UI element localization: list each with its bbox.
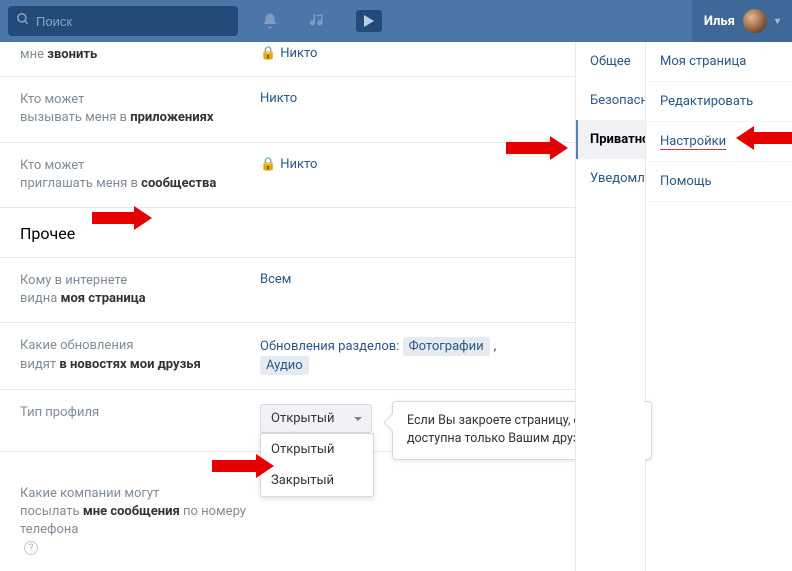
username-label: Илья — [704, 14, 735, 29]
settings-tabs: Общее Безопасность Приватность Уведомлен… — [575, 42, 645, 571]
value-link[interactable]: Никто — [260, 91, 297, 106]
section-title-text: Прочее — [20, 224, 75, 243]
updates-prefix: Обновления разделов: — [260, 339, 403, 354]
user-menu-trigger[interactable]: Илья ▾ — [692, 0, 792, 42]
annotation-arrow-1 — [92, 206, 152, 230]
music-icon[interactable] — [308, 11, 328, 31]
row-internet-visible: Кому в интернете видна моя страница Всем — [0, 258, 575, 323]
row-call-me: мне звонить 🔒 Никто — [0, 42, 575, 77]
label-bold: приложениях — [130, 110, 213, 125]
label-text: Кто может вызывать меня в — [20, 92, 130, 125]
help-icon[interactable]: ? — [24, 541, 38, 555]
label-bold: в новостях мои друзья — [59, 357, 200, 372]
search-box[interactable] — [8, 6, 238, 36]
tab-security[interactable]: Безопасность — [576, 81, 645, 120]
user-dropdown: Моя страница Редактировать Настройки Пом… — [645, 42, 792, 571]
row-profile-type: Тип профиля Открытый Открытый Закрытый Е… — [0, 390, 575, 452]
value-link[interactable]: Никто — [280, 46, 317, 61]
top-header: Илья ▾ — [0, 0, 792, 42]
dd-my-page[interactable]: Моя страница — [646, 42, 792, 82]
play-icon[interactable] — [356, 10, 382, 32]
header-icons — [260, 10, 382, 32]
bell-icon[interactable] — [260, 11, 280, 31]
profile-type-options: Открытый Закрытый — [260, 433, 374, 497]
option-open[interactable]: Открытый — [261, 434, 373, 465]
lock-icon: 🔒 — [260, 46, 276, 61]
annotation-arrow-4 — [212, 454, 274, 478]
label-bold: мне сообщения — [83, 504, 180, 519]
chip-photos[interactable]: Фотографии — [403, 337, 490, 356]
select-current-value: Открытый — [271, 411, 334, 426]
tab-privacy[interactable]: Приватность — [576, 120, 645, 159]
chevron-down-icon: ▾ — [775, 16, 780, 27]
annotation-arrow-3 — [736, 126, 792, 150]
tab-notifications[interactable]: Уведомления — [576, 159, 645, 198]
label-bold: моя страница — [61, 291, 146, 306]
section-other-title: Прочее — [0, 208, 575, 258]
label-profile-type: Тип профиля — [20, 404, 260, 433]
dd-edit[interactable]: Редактировать — [646, 82, 792, 122]
row-news-updates: Какие обновления видят в новостях мои др… — [0, 323, 575, 390]
label-text: Кто может приглашать меня в — [20, 158, 141, 191]
search-input[interactable] — [36, 14, 230, 29]
settings-panel: мне звонить 🔒 Никто Кто может вызывать ме… — [0, 42, 575, 571]
lock-icon: 🔒 — [260, 157, 276, 172]
annotation-arrow-2 — [506, 136, 568, 160]
avatar — [743, 9, 767, 33]
row-communities: Кто может приглашать меня в сообщества 🔒… — [0, 143, 575, 208]
label-bold: звонить — [47, 47, 97, 62]
value-link[interactable]: Никто — [280, 157, 317, 172]
tab-general[interactable]: Общее — [576, 42, 645, 81]
value-link[interactable]: Всем — [260, 272, 291, 287]
label-text: мне — [20, 47, 47, 62]
profile-type-select[interactable]: Открытый — [260, 404, 372, 433]
search-icon — [16, 12, 30, 30]
chip-audio[interactable]: Аудио — [260, 356, 309, 375]
main-layout: мне звонить 🔒 Никто Кто может вызывать ме… — [0, 42, 792, 571]
option-closed[interactable]: Закрытый — [261, 465, 373, 496]
label-bold: сообщества — [141, 176, 216, 191]
row-apps: Кто может вызывать меня в приложениях Ни… — [0, 77, 575, 142]
dd-help[interactable]: Помощь — [646, 162, 792, 202]
